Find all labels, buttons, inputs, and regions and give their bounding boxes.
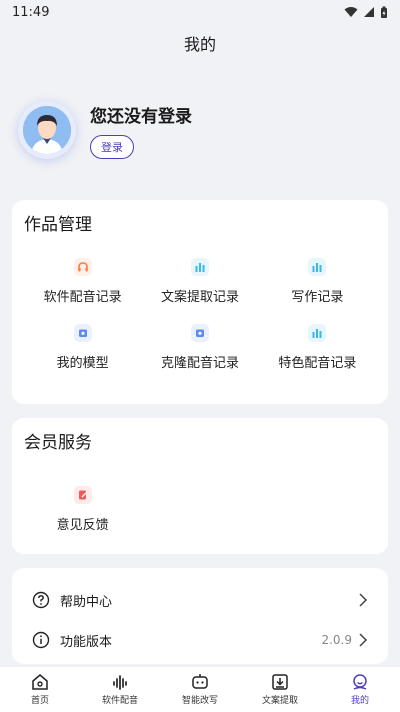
status-time: 11:49: [12, 4, 50, 20]
works-item-my-model[interactable]: 我的模型: [24, 314, 141, 380]
works-item-label: 写作记录: [291, 289, 344, 305]
battery-icon: [381, 6, 387, 18]
works-card: 作品管理 软件配音记录 文案提取记录 写作记录 我的模型 克隆配音记录 特色配音…: [12, 200, 388, 404]
works-item-writing[interactable]: 写作记录: [259, 248, 376, 314]
wifi-icon: [344, 7, 358, 17]
status-icons: [344, 6, 388, 19]
member-item-label: 意见反馈: [56, 517, 109, 533]
profile-section: 您还没有登录 登录: [0, 98, 400, 162]
works-item-text-extract[interactable]: 文案提取记录: [141, 248, 258, 314]
headphones-icon: [73, 257, 92, 276]
member-card: 会员服务 意见反馈: [12, 418, 388, 554]
tab-home[interactable]: 首页: [0, 667, 80, 712]
tab-label: 软件配音: [101, 696, 138, 706]
bars-icon: [308, 257, 327, 276]
member-title: 会员服务: [24, 433, 92, 453]
chevron-right-icon: [359, 593, 368, 607]
tab-label: 智能改写: [181, 696, 218, 706]
works-item-clone-dub[interactable]: 克隆配音记录: [141, 314, 258, 380]
signal-icon: [364, 7, 374, 17]
tab-label: 文案提取: [261, 696, 298, 706]
help-center-row[interactable]: 帮助中心: [24, 580, 376, 620]
tab-smart-rewrite[interactable]: 智能改写: [160, 667, 240, 712]
bars-icon: [308, 323, 327, 342]
user-face-icon: [353, 674, 367, 690]
download-box-icon: [272, 674, 288, 690]
question-icon: [32, 591, 50, 609]
tab-label: 首页: [30, 696, 49, 706]
works-item-label: 我的模型: [56, 355, 109, 371]
profile-name: 您还没有登录: [90, 106, 192, 127]
clone-icon: [190, 323, 209, 342]
works-item-label: 特色配音记录: [278, 355, 357, 371]
works-grid: 软件配音记录 文案提取记录 写作记录 我的模型 克隆配音记录 特色配音记录: [24, 248, 376, 380]
user-avatar-icon: [23, 106, 71, 154]
works-item-feature-dub[interactable]: 特色配音记录: [259, 314, 376, 380]
bars-icon: [190, 257, 209, 276]
bottom-tab-bar: 首页 软件配音 智能改写 文案提取 我的: [0, 666, 400, 712]
avatar[interactable]: [18, 101, 76, 159]
version-value: 2.0.9: [321, 633, 352, 647]
version-row[interactable]: 功能版本 2.0.9: [24, 620, 376, 660]
help-center-label: 帮助中心: [60, 594, 113, 610]
menu-card: 帮助中心 功能版本 2.0.9: [12, 568, 388, 664]
home-icon: [32, 674, 48, 690]
member-grid: 意见反馈: [24, 476, 376, 542]
tab-mine[interactable]: 我的: [320, 667, 400, 712]
waveform-icon: [113, 675, 127, 690]
works-item-label: 克隆配音记录: [160, 355, 239, 371]
works-item-label: 软件配音记录: [43, 289, 122, 305]
tab-label: 我的: [350, 696, 369, 706]
login-button[interactable]: 登录: [90, 134, 134, 159]
robot-icon: [192, 674, 208, 689]
version-label: 功能版本: [60, 634, 113, 650]
tab-text-extract[interactable]: 文案提取: [240, 667, 320, 712]
chevron-right-icon: [359, 633, 368, 647]
profile-info: 您还没有登录 登录: [90, 102, 192, 159]
feedback-icon: [73, 485, 92, 504]
works-title: 作品管理: [24, 215, 92, 235]
member-item-feedback[interactable]: 意见反馈: [24, 476, 141, 542]
page-title: 我的: [183, 35, 216, 54]
info-icon: [32, 631, 50, 649]
works-item-label: 文案提取记录: [160, 289, 239, 305]
status-bar: 11:49: [0, 0, 400, 24]
works-item-software-dub[interactable]: 软件配音记录: [24, 248, 141, 314]
tab-software-dub[interactable]: 软件配音: [80, 667, 160, 712]
model-icon: [73, 323, 92, 342]
avatar-image: [23, 106, 71, 154]
